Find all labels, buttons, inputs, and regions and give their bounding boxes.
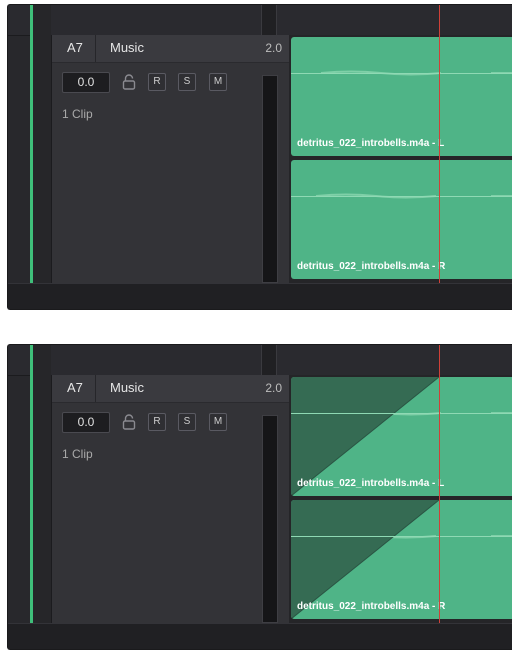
track-title-divider (95, 35, 96, 62)
timeline-track-area[interactable]: detritus_022_introbells.m4a - L detritus… (289, 375, 512, 624)
meter-top-slot (261, 345, 277, 375)
track-id: A7 (67, 380, 83, 395)
solo-button[interactable]: S (178, 73, 196, 91)
track-volume-field[interactable]: 0.0 (62, 72, 110, 93)
audio-clip-left[interactable]: detritus_022_introbells.m4a - L (291, 377, 512, 496)
playhead[interactable] (439, 5, 440, 284)
track-title-divider (95, 375, 96, 402)
timeline-track-area[interactable]: detritus_022_introbells.m4a - L detritus… (289, 35, 512, 284)
track-name[interactable]: Music (110, 40, 144, 55)
timeline-panel-after: A7 Music 2.0 0.0 R S M 1 Clip detritus_0… (7, 344, 512, 650)
track-selection-edge (30, 5, 33, 284)
track-left-gutter (33, 5, 51, 284)
clip-volume-line[interactable] (291, 73, 512, 74)
solo-button[interactable]: S (178, 413, 196, 431)
track-header[interactable]: A7 Music 2.0 0.0 R S M 1 Clip (51, 375, 290, 624)
clip-volume-line[interactable] (291, 536, 512, 537)
clip-label: detritus_022_introbells.m4a - R (297, 261, 446, 272)
track-channel-format: 2.0 (265, 381, 282, 395)
audio-clip-right[interactable]: detritus_022_introbells.m4a - R (291, 160, 512, 279)
track-name[interactable]: Music (110, 380, 144, 395)
timeline-footer-strip (8, 283, 512, 309)
track-audio-meter (262, 415, 278, 623)
track-title-row: A7 Music 2.0 (52, 35, 290, 63)
track-left-gutter (33, 345, 51, 624)
track-title-row: A7 Music 2.0 (52, 375, 290, 403)
record-arm-button[interactable]: R (148, 73, 166, 91)
timeline-footer-strip (8, 623, 512, 649)
lock-icon[interactable] (122, 74, 136, 90)
audio-clip-left[interactable]: detritus_022_introbells.m4a - L (291, 37, 512, 156)
timeline-panel-before: A7 Music 2.0 0.0 R S M 1 Clip detritus_0… (7, 4, 512, 310)
clip-label: detritus_022_introbells.m4a - L (297, 478, 445, 489)
track-header[interactable]: A7 Music 2.0 0.0 R S M 1 Clip (51, 35, 290, 284)
track-volume-field[interactable]: 0.0 (62, 412, 110, 433)
track-id: A7 (67, 40, 83, 55)
track-audio-meter (262, 75, 278, 283)
meter-top-slot (261, 5, 277, 35)
track-channel-format: 2.0 (265, 41, 282, 55)
timeline-header-strip (8, 345, 512, 376)
clip-label: detritus_022_introbells.m4a - L (297, 138, 445, 149)
mute-button[interactable]: M (209, 73, 227, 91)
track-clip-count: 1 Clip (62, 447, 93, 461)
playhead[interactable] (439, 345, 440, 624)
lock-icon[interactable] (122, 414, 136, 430)
mute-button[interactable]: M (209, 413, 227, 431)
timeline-header-strip (8, 5, 512, 36)
clip-label: detritus_022_introbells.m4a - R (297, 601, 446, 612)
audio-clip-right[interactable]: detritus_022_introbells.m4a - R (291, 500, 512, 619)
track-clip-count: 1 Clip (62, 107, 93, 121)
clip-volume-line[interactable] (291, 196, 512, 197)
track-selection-edge (30, 345, 33, 624)
clip-volume-line[interactable] (291, 413, 512, 414)
record-arm-button[interactable]: R (148, 413, 166, 431)
